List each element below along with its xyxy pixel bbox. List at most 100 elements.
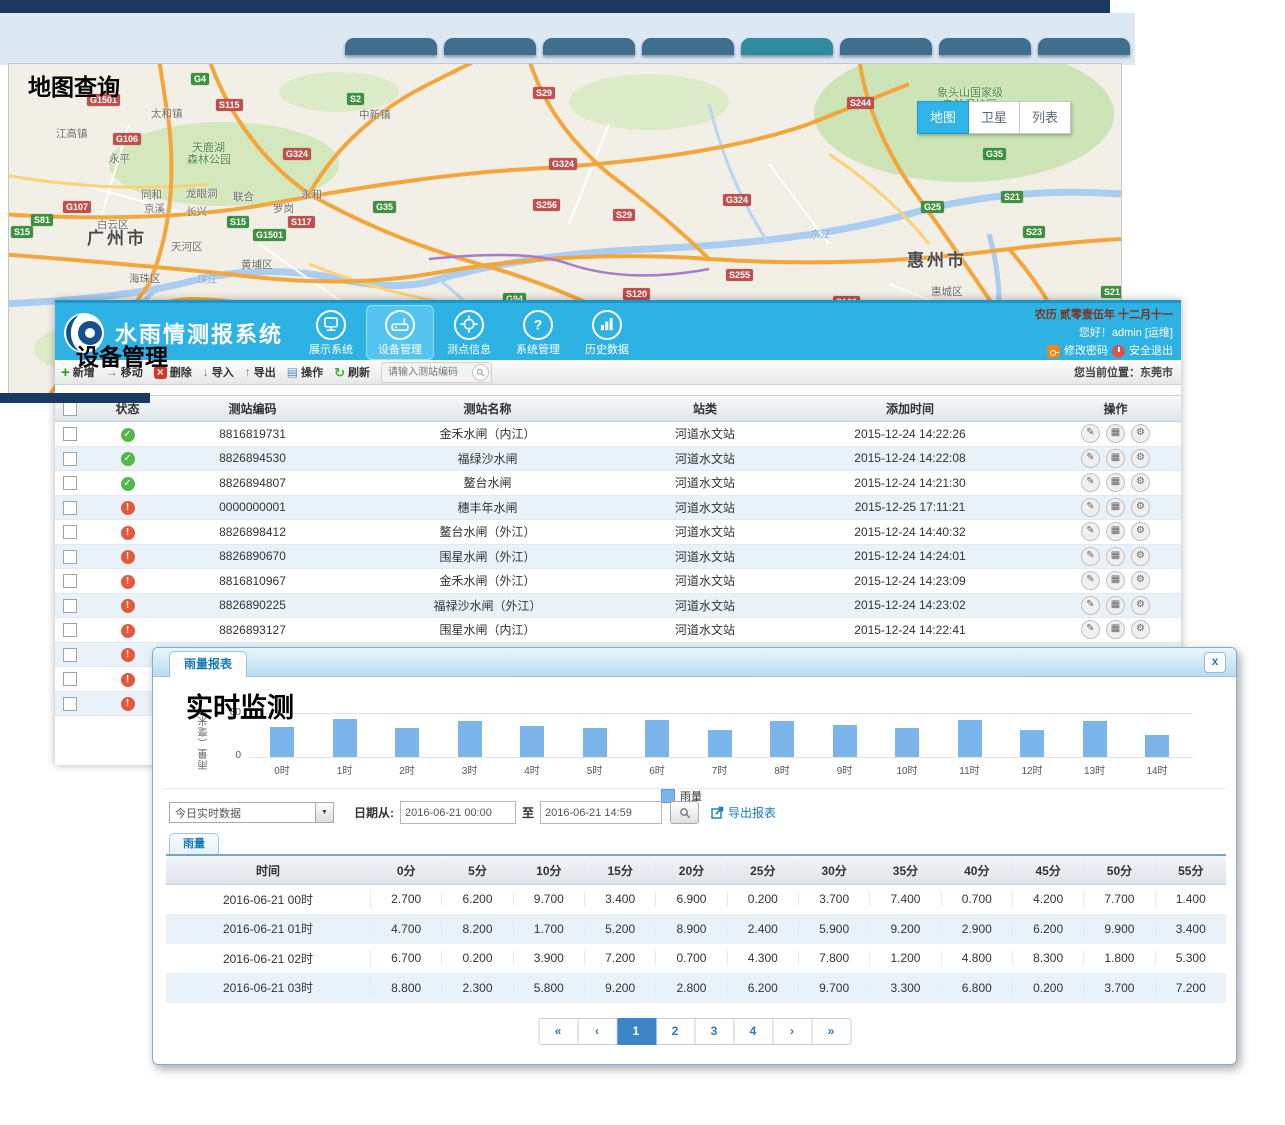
background-tab[interactable] xyxy=(1038,38,1130,55)
page-button-›[interactable]: › xyxy=(773,1018,812,1045)
toolbar-button-操作[interactable]: ▤操作 xyxy=(287,364,323,380)
page-button-3[interactable]: 3 xyxy=(695,1018,734,1045)
toolbar-button-刷新[interactable]: ↻刷新 xyxy=(334,364,370,380)
header-user-area: 农历 贰零壹伍年 十二月十一 您好！admin [运维] 修改密码 安全退出 xyxy=(1035,306,1173,360)
rain-value: 0.200 xyxy=(728,892,799,906)
road-shield: S23 xyxy=(1023,226,1045,238)
status-alert-icon: ! xyxy=(121,648,135,662)
row-checkbox[interactable] xyxy=(63,452,77,466)
edit-icon[interactable]: ✎ xyxy=(1081,620,1100,639)
archive-icon[interactable]: ▦ xyxy=(1106,498,1125,517)
edit-icon[interactable]: ✎ xyxy=(1081,571,1100,590)
gear-icon[interactable]: ⚙ xyxy=(1131,449,1150,468)
gear-icon[interactable]: ⚙ xyxy=(1131,522,1150,541)
nav-item-设备管理[interactable]: 设备管理 xyxy=(366,305,434,360)
edit-icon[interactable]: ✎ xyxy=(1081,424,1100,443)
row-checkbox[interactable] xyxy=(63,476,77,490)
edit-icon[interactable]: ✎ xyxy=(1081,547,1100,566)
gear-icon[interactable]: ⚙ xyxy=(1131,596,1150,615)
archive-icon[interactable]: ▦ xyxy=(1106,424,1125,443)
pagination: «‹1234›» xyxy=(538,1018,851,1045)
background-tab[interactable] xyxy=(642,38,734,55)
station-search-input[interactable] xyxy=(386,365,472,380)
road-shield: S117 xyxy=(288,216,315,228)
search-icon[interactable] xyxy=(472,364,489,381)
background-tab[interactable] xyxy=(840,38,932,55)
station-code: 8826890225 xyxy=(170,598,335,612)
dialog-tab-rain-report[interactable]: 雨量报表 xyxy=(169,651,247,678)
gear-icon[interactable]: ⚙ xyxy=(1131,571,1150,590)
rain-bar xyxy=(1083,721,1107,757)
row-checkbox[interactable] xyxy=(63,427,77,441)
dialog-title-bar[interactable]: 雨量报表 x xyxy=(153,648,1236,677)
close-icon[interactable]: x xyxy=(1204,652,1226,673)
page-button-2[interactable]: 2 xyxy=(656,1018,695,1045)
row-checkbox[interactable] xyxy=(63,623,77,637)
nav-item-历史数据[interactable]: 历史数据 xyxy=(573,305,641,360)
added-time: 2015-12-24 14:23:09 xyxy=(770,574,1050,588)
background-tab[interactable] xyxy=(444,38,536,55)
archive-icon[interactable]: ▦ xyxy=(1106,547,1125,566)
edit-icon[interactable]: ✎ xyxy=(1081,522,1100,541)
edit-icon[interactable]: ✎ xyxy=(1081,473,1100,492)
rain-value: 5.200 xyxy=(585,922,656,936)
export-icon: ↑ xyxy=(245,366,251,379)
export-report-link[interactable]: 导出报表 xyxy=(711,804,776,821)
date-to-input[interactable] xyxy=(540,801,662,824)
page-button-«[interactable]: « xyxy=(538,1018,578,1045)
change-password-link[interactable]: 修改密码 xyxy=(1064,342,1108,360)
gear-icon[interactable]: ⚙ xyxy=(1131,424,1150,443)
page-button-1[interactable]: 1 xyxy=(617,1018,656,1045)
nav-item-label: 系统管理 xyxy=(505,341,571,357)
nav-item-测点信息[interactable]: 测点信息 xyxy=(435,305,503,360)
rain-sub-tab[interactable]: 雨量 xyxy=(169,833,219,855)
archive-icon[interactable]: ▦ xyxy=(1106,571,1125,590)
gear-icon[interactable]: ⚙ xyxy=(1131,620,1150,639)
column-header-测站编码: 测站编码 xyxy=(170,400,335,417)
rain-table-body: 2016-06-21 00时2.7006.2009.7003.4006.9000… xyxy=(166,885,1226,1003)
row-checkbox[interactable] xyxy=(63,525,77,539)
chart-x-tick: 11时 xyxy=(945,762,995,777)
row-checkbox[interactable] xyxy=(63,648,77,662)
background-tab[interactable] xyxy=(939,38,1031,55)
map-view-button-卫星[interactable]: 卫星 xyxy=(969,101,1020,134)
background-tab-active[interactable] xyxy=(741,38,833,55)
archive-icon[interactable]: ▦ xyxy=(1106,522,1125,541)
archive-icon[interactable]: ▦ xyxy=(1106,620,1125,639)
page-button-4[interactable]: 4 xyxy=(734,1018,773,1045)
row-checkbox[interactable] xyxy=(63,550,77,564)
page-button-‹[interactable]: ‹ xyxy=(578,1018,617,1045)
archive-icon[interactable]: ▦ xyxy=(1106,449,1125,468)
map-view-button-地图[interactable]: 地图 xyxy=(917,101,969,134)
date-from-input[interactable] xyxy=(400,801,516,824)
row-checkbox[interactable] xyxy=(63,599,77,613)
search-icon[interactable] xyxy=(670,801,699,824)
select-all-checkbox[interactable] xyxy=(63,402,77,416)
logout-link[interactable]: 安全退出 xyxy=(1129,342,1173,360)
toolbar-button-导入[interactable]: ↓导入 xyxy=(203,364,234,380)
page-button-»[interactable]: » xyxy=(812,1018,851,1045)
road-shield: S15 xyxy=(11,226,33,238)
row-checkbox[interactable] xyxy=(63,697,77,711)
road-shield: S2 xyxy=(347,93,364,105)
gear-icon[interactable]: ⚙ xyxy=(1131,473,1150,492)
data-type-select-value: 今日实时数据 xyxy=(170,805,315,821)
nav-item-展示系统[interactable]: 展示系统 xyxy=(297,305,365,360)
background-tab[interactable] xyxy=(345,38,437,55)
archive-icon[interactable]: ▦ xyxy=(1106,473,1125,492)
gear-icon[interactable]: ⚙ xyxy=(1131,547,1150,566)
background-tab[interactable] xyxy=(543,38,635,55)
edit-icon[interactable]: ✎ xyxy=(1081,449,1100,468)
edit-icon[interactable]: ✎ xyxy=(1081,498,1100,517)
row-checkbox[interactable] xyxy=(63,672,77,686)
edit-icon[interactable]: ✎ xyxy=(1081,596,1100,615)
rain-value: 7.800 xyxy=(799,951,870,965)
gear-icon[interactable]: ⚙ xyxy=(1131,498,1150,517)
nav-item-系统管理[interactable]: ?系统管理 xyxy=(504,305,572,360)
data-type-select[interactable]: 今日实时数据 ▼ xyxy=(169,802,334,823)
toolbar-button-导出[interactable]: ↑导出 xyxy=(245,364,276,380)
archive-icon[interactable]: ▦ xyxy=(1106,596,1125,615)
row-checkbox[interactable] xyxy=(63,574,77,588)
row-checkbox[interactable] xyxy=(63,501,77,515)
map-view-button-列表[interactable]: 列表 xyxy=(1020,101,1071,134)
